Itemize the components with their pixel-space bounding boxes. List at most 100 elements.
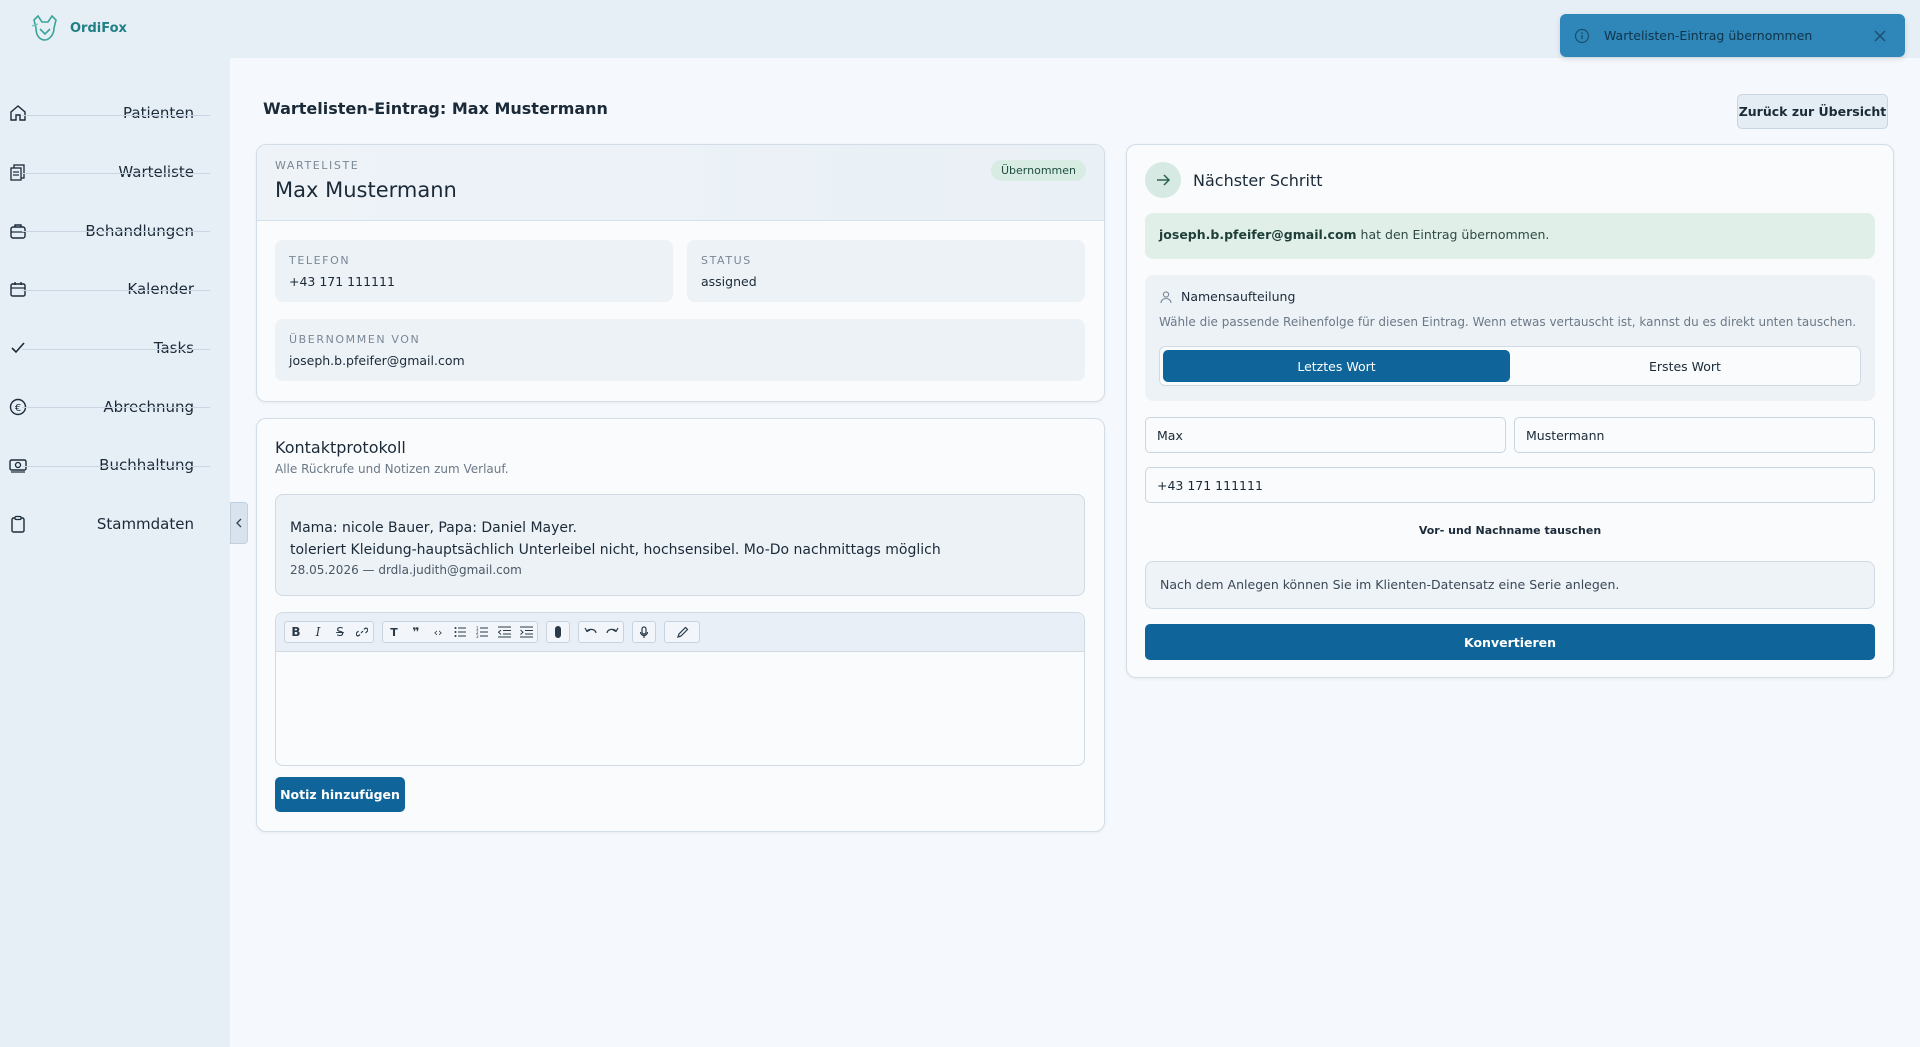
link-icon[interactable]: [351, 622, 373, 642]
convert-button[interactable]: Konvertieren: [1145, 624, 1875, 660]
arrow-right-icon: [1157, 174, 1171, 186]
next-step-card: Nächster Schritt joseph.b.pfeifer@gmail.…: [1126, 144, 1894, 678]
editor-toolbar: B I S T ❞ ‹› 123: [276, 613, 1084, 652]
sidebar-item-tasks[interactable]: Tasks: [0, 319, 230, 377]
status-badge: Übernommen: [990, 160, 1086, 181]
strikethrough-icon[interactable]: S: [329, 622, 351, 642]
sidebar-item-label: Stammdaten: [96, 515, 194, 533]
next-step-title: Nächster Schritt: [1193, 171, 1323, 190]
phone-label: TELEFON: [289, 254, 351, 267]
option-first-word[interactable]: Erstes Wort: [1512, 350, 1858, 382]
name-split-description: Wähle die passende Reihenfolge für diese…: [1159, 315, 1857, 329]
contact-log-subtitle: Alle Rückrufe und Notizen zum Verlauf.: [275, 462, 509, 476]
attachment-icon[interactable]: [547, 622, 569, 642]
clipboard-icon: [11, 515, 25, 533]
nav-divider: [22, 407, 210, 408]
sidebar: Patienten Warteliste Behandlungen Kalend…: [0, 58, 230, 1047]
bold-icon[interactable]: B: [285, 622, 307, 642]
close-icon[interactable]: [1873, 29, 1887, 43]
code-icon[interactable]: ‹›: [427, 622, 449, 642]
nav-divider: [22, 173, 210, 174]
toast-notification: Wartelisten-Eintrag übernommen: [1560, 14, 1905, 57]
fox-logo-icon: [31, 14, 57, 41]
taken-by-tile: ÜBERNOMMEN VON joseph.b.pfeifer@gmail.co…: [275, 319, 1085, 381]
nav-divider: [22, 466, 210, 467]
series-hint: Nach dem Anlegen können Sie im Klienten-…: [1145, 561, 1875, 609]
banknote-icon: [9, 459, 27, 473]
home-icon: [10, 105, 26, 121]
nav-divider: [22, 290, 210, 291]
info-icon: [1574, 28, 1590, 43]
sidebar-item-kalender[interactable]: Kalender: [0, 260, 230, 318]
phone-tile: TELEFON +43 171 111111: [275, 240, 673, 302]
status-value: assigned: [701, 274, 757, 289]
toast-message: Wartelisten-Eintrag übernommen: [1604, 28, 1813, 43]
phone-value: +43 171 111111: [289, 274, 395, 289]
italic-icon[interactable]: I: [307, 622, 329, 642]
first-name-field[interactable]: Max: [1145, 417, 1506, 453]
name-split-panel: Namensaufteilung Wähle die passende Reih…: [1145, 275, 1875, 401]
sidebar-collapse-button[interactable]: [230, 502, 248, 544]
toolbar-group-draw: [664, 621, 700, 643]
sidebar-item-label: Tasks: [153, 339, 194, 357]
nav-divider: [22, 349, 210, 350]
phone-field[interactable]: +43 171 111111: [1145, 467, 1875, 503]
status-label: STATUS: [701, 254, 752, 267]
assigned-text: hat den Eintrag übernommen.: [1360, 227, 1550, 242]
numbered-list-icon[interactable]: 123: [471, 622, 493, 642]
note-editor-input[interactable]: [276, 652, 1084, 765]
note-entry: Mama: nicole Bauer, Papa: Daniel Mayer. …: [275, 494, 1085, 596]
taken-by-label: ÜBERNOMMEN VON: [289, 333, 421, 346]
nav-divider: [22, 115, 210, 116]
add-note-button[interactable]: Notiz hinzufügen: [275, 777, 405, 812]
entry-card: WARTELISTE Max Mustermann Übernommen TEL…: [256, 144, 1105, 402]
user-icon: [1160, 291, 1172, 304]
bullet-list-icon[interactable]: [449, 622, 471, 642]
last-name-field[interactable]: Mustermann: [1514, 417, 1875, 453]
entry-eyebrow: WARTELISTE: [275, 159, 360, 172]
assignment-info: joseph.b.pfeifer@gmail.com hat den Eintr…: [1145, 213, 1875, 259]
quote-icon[interactable]: ❞: [405, 622, 427, 642]
sidebar-item-warteliste[interactable]: Warteliste: [0, 143, 230, 201]
option-last-word[interactable]: Letztes Wort: [1163, 350, 1510, 382]
clipboard-list-icon: [10, 164, 25, 181]
redo-icon[interactable]: [601, 622, 623, 642]
sidebar-item-label: Buchhaltung: [99, 456, 194, 474]
pencil-icon[interactable]: [671, 622, 693, 642]
sidebar-item-label: Kalender: [127, 280, 194, 298]
contact-log-title: Kontaktprotokoll: [275, 438, 406, 457]
calendar-icon: [10, 282, 26, 297]
entry-name: Max Mustermann: [275, 178, 457, 202]
page-title: Wartelisten-Eintrag: Max Mustermann: [263, 99, 608, 118]
indent-icon[interactable]: [515, 622, 537, 642]
nav-divider: [22, 231, 210, 232]
sidebar-item-patienten[interactable]: Patienten: [0, 84, 230, 142]
undo-icon[interactable]: [579, 622, 601, 642]
toolbar-group-format: B I S: [284, 621, 374, 643]
heading-icon[interactable]: T: [383, 622, 405, 642]
toolbar-group-block: T ❞ ‹› 123: [382, 621, 538, 643]
svg-text:3: 3: [476, 634, 479, 638]
entry-card-header: WARTELISTE Max Mustermann Übernommen: [257, 145, 1104, 221]
microphone-icon[interactable]: [633, 622, 655, 642]
toolbar-group-voice: [632, 621, 656, 643]
note-editor: B I S T ❞ ‹› 123: [275, 612, 1085, 766]
taken-by-value: joseph.b.pfeifer@gmail.com: [289, 353, 465, 368]
sidebar-item-stammdaten[interactable]: Stammdaten: [0, 495, 230, 553]
note-text-line: Mama: nicole Bauer, Papa: Daniel Mayer.: [290, 520, 577, 536]
back-to-overview-button[interactable]: Zurück zur Übersicht: [1737, 94, 1888, 129]
toolbar-group-attach: [546, 621, 570, 643]
assigned-email: joseph.b.pfeifer@gmail.com: [1159, 227, 1357, 242]
sidebar-item-buchhaltung[interactable]: Buchhaltung: [0, 436, 230, 494]
app-name: OrdiFox: [70, 20, 127, 36]
chevron-left-icon: [236, 518, 242, 528]
swap-names-button[interactable]: Vor- und Nachname tauschen: [1145, 524, 1875, 537]
note-text-line: toleriert Kleidung-hauptsächlich Unterle…: [290, 542, 941, 558]
outdent-icon[interactable]: [493, 622, 515, 642]
toolbar-group-history: [578, 621, 624, 643]
app-logo[interactable]: OrdiFox: [28, 12, 127, 44]
step-icon-circle: [1145, 162, 1181, 198]
contact-log-card: Kontaktprotokoll Alle Rückrufe und Notiz…: [256, 418, 1105, 832]
check-icon: [11, 342, 25, 354]
sidebar-item-label: Patienten: [123, 104, 194, 122]
